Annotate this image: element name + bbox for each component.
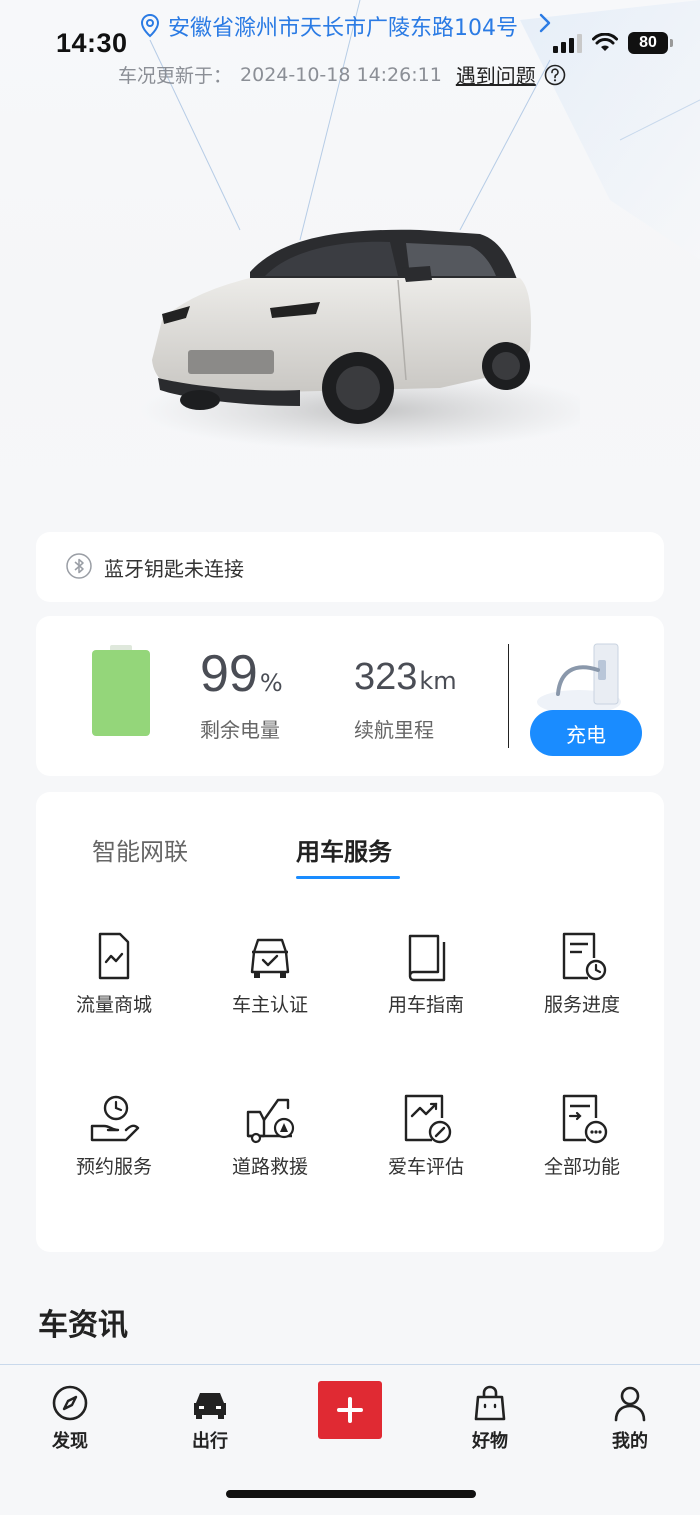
- car-check-icon: [250, 938, 290, 978]
- shopping-bag-icon: [474, 1385, 506, 1421]
- service-car-evaluation[interactable]: 爱车评估: [348, 1090, 504, 1179]
- charge-button[interactable]: 充电: [530, 710, 642, 756]
- sim-card-icon: [98, 932, 130, 980]
- service-user-guide[interactable]: 用车指南: [348, 928, 504, 1017]
- location-pin-icon: [140, 14, 160, 38]
- nav-label: 我的: [612, 1431, 648, 1452]
- service-label: 用车指南: [387, 994, 464, 1016]
- document-more-icon: [562, 1094, 608, 1144]
- plus-icon: [337, 1397, 363, 1423]
- divider: [508, 644, 509, 748]
- service-all-features[interactable]: 全部功能: [504, 1090, 660, 1179]
- update-time: 2024-10-18 14:26:11: [240, 63, 442, 86]
- status-indicators: 80: [553, 32, 673, 54]
- tab-smart-connect[interactable]: 智能网联: [92, 832, 188, 867]
- vehicle-image: [140, 210, 600, 470]
- service-label: 车主认证: [231, 994, 308, 1016]
- service-progress[interactable]: 服务进度: [504, 928, 660, 1017]
- service-label: 全部功能: [543, 1156, 620, 1178]
- services-card: 智能网联 用车服务 流量商城 车主认证 用车指南 服务进度 预约服务 道路救援 …: [36, 792, 664, 1252]
- energy-card: 99 % 剩余电量 323 km 续航里程 充电: [36, 616, 664, 776]
- service-label: 爱车评估: [387, 1156, 464, 1178]
- compass-icon: [52, 1385, 88, 1421]
- car-icon: [194, 1393, 226, 1419]
- nav-label: 出行: [192, 1431, 228, 1452]
- bluetooth-status-text: 蓝牙钥匙未连接: [104, 557, 244, 581]
- hand-clock-icon: [90, 1095, 140, 1142]
- update-prefix: 车况更新于：: [118, 65, 233, 87]
- nav-me[interactable]: 我的: [590, 1383, 670, 1453]
- problem-link[interactable]: 遇到问题: [456, 60, 536, 89]
- range-label: 续航里程: [354, 718, 434, 742]
- book-icon: [408, 934, 446, 982]
- battery-percent-unit: %: [259, 669, 283, 697]
- help-icon[interactable]: [544, 64, 566, 86]
- home-indicator[interactable]: [226, 1490, 476, 1498]
- charger-icon: [537, 643, 621, 712]
- bluetooth-key-card[interactable]: 蓝牙钥匙未连接: [36, 532, 664, 602]
- nav-travel[interactable]: 出行: [170, 1383, 250, 1453]
- cellular-signal-icon: [553, 33, 582, 53]
- nav-discover[interactable]: 发现: [30, 1383, 110, 1453]
- battery-label: 剩余电量: [200, 718, 280, 742]
- service-appointment[interactable]: 预约服务: [36, 1090, 192, 1179]
- add-button[interactable]: [318, 1381, 382, 1439]
- chart-edit-icon: [404, 1094, 452, 1144]
- vehicle-location[interactable]: 安徽省滁州市天长市广陵东路104号: [140, 10, 551, 42]
- service-label: 预约服务: [75, 1156, 152, 1178]
- driving-range: 323 km: [354, 656, 457, 699]
- document-clock-icon: [562, 932, 607, 981]
- service-owner-verification[interactable]: 车主认证: [192, 928, 348, 1017]
- person-icon: [614, 1386, 646, 1422]
- tow-truck-icon: [246, 1098, 295, 1144]
- location-text: 安徽省滁州市天长市广陵东路104号: [168, 16, 518, 41]
- nav-goods[interactable]: 好物: [450, 1383, 530, 1453]
- bluetooth-icon: [66, 553, 92, 579]
- range-value: 323: [354, 656, 418, 698]
- service-label: 服务进度: [543, 994, 620, 1016]
- service-data-store[interactable]: 流量商城: [36, 928, 192, 1017]
- battery-level-icon: [92, 645, 150, 736]
- update-status: 车况更新于： 2024-10-18 14:26:11 遇到问题: [118, 60, 566, 89]
- nav-label: 好物: [472, 1431, 508, 1452]
- service-road-rescue[interactable]: 道路救援: [192, 1090, 348, 1179]
- battery-indicator: 80: [628, 32, 673, 54]
- tab-car-services[interactable]: 用车服务: [296, 832, 392, 867]
- nav-label: 发现: [52, 1431, 88, 1452]
- news-section-title: 车资讯: [38, 1308, 128, 1343]
- wifi-icon: [592, 33, 618, 51]
- range-unit: km: [419, 667, 457, 695]
- battery-percent: 99 %: [200, 644, 283, 704]
- active-tab-indicator: [296, 876, 400, 879]
- service-label: 流量商城: [75, 994, 152, 1016]
- status-time: 14:30: [56, 28, 128, 58]
- battery-percent-value: 99: [200, 645, 258, 703]
- service-label: 道路救援: [231, 1156, 308, 1178]
- chevron-right-icon: [539, 13, 551, 33]
